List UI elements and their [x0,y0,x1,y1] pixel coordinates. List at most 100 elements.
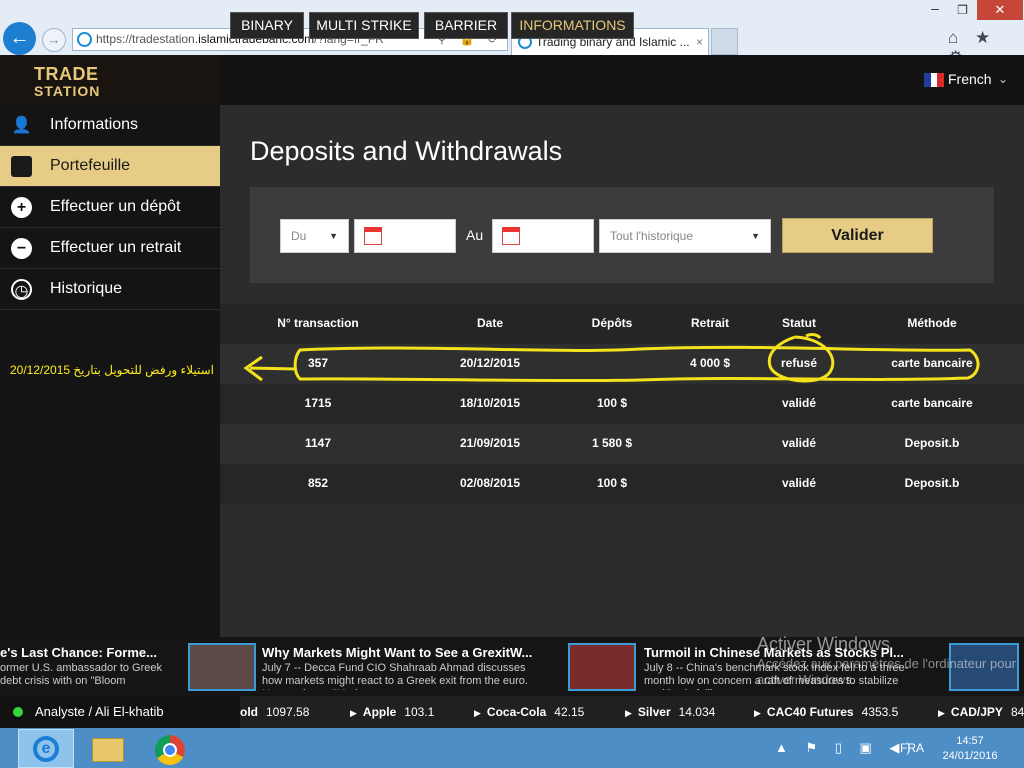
triangle-right-icon: ▶ [474,708,481,718]
clock-time: 14:57 [956,735,984,747]
cell-transaction: 852 [307,476,329,490]
from-date-select[interactable]: Du ▼ [280,219,349,253]
top-nav [220,55,1024,105]
to-date-input[interactable] [492,219,594,253]
price-item: ▶ Silver 14.034 [625,705,715,719]
cell-status: validé [781,396,817,410]
col-header-deposits: Dépôts [591,316,633,330]
col-header-withdrawal: Retrait [690,316,730,330]
price-value: 84 [1010,705,1024,719]
tab-barrier[interactable]: BARRIER [424,12,508,39]
news-thumbnail [188,643,256,691]
ie-favicon-icon [77,32,92,47]
sidebar-item-historique[interactable]: ◷ Historique [0,269,220,310]
analyst-status[interactable]: Analyste / Ali El-khatib [0,696,240,728]
price-item: ▶ CAC40 Futures 4353.5 [754,705,898,719]
triangle-right-icon: ▶ [754,708,761,718]
price-name: Silver [637,705,671,719]
sidebar-item-deposit[interactable]: + Effectuer un dépôt [0,187,220,228]
sidebar-item-portefeuille[interactable]: Portefeuille [0,146,220,187]
calendar-icon[interactable] [364,227,382,245]
cell-deposit: 100 $ [596,476,628,490]
price-item: ▶ CAD/JPY 84 [938,705,1024,719]
triangle-right-icon: ▶ [625,708,632,718]
clock[interactable]: 14:57 24/01/2016 [940,734,1000,764]
new-tab-button[interactable] [711,28,738,55]
sidebar-item-label: Portefeuille [50,157,131,174]
back-button[interactable]: ← [3,22,36,55]
price-name: old [240,705,258,719]
cell-method: carte bancaire [891,396,973,410]
logo-line2: STATION [34,83,101,99]
plus-circle-icon: + [11,197,32,218]
cell-withdrawal: 4 000 $ [689,356,731,370]
cell-date: 02/08/2015 [459,476,521,490]
price-value: 14.034 [678,705,716,719]
price-item: ▶ Coca-Cola 42.15 [474,705,584,719]
cell-transaction: 1715 [304,396,332,410]
tab-informations[interactable]: INFORMATIONS [511,12,634,39]
price-item: old 1097.58 [240,705,309,719]
arrow-right-icon: → [47,32,61,47]
price-item: ▶ Apple 103.1 [350,705,434,719]
col-header-status: Statut [782,316,816,330]
france-flag-icon [924,73,945,87]
windows-activation-title: Activer Windows [757,634,891,654]
sidebar-item-label: Effectuer un retrait [50,239,182,256]
sidebar-item-withdrawal[interactable]: − Effectuer un retrait [0,228,220,269]
cell-deposit: 1 580 $ [591,436,633,450]
clock-date: 24/01/2016 [942,750,998,762]
cell-date: 20/12/2015 [459,356,521,370]
window-close-button[interactable]: ✕ [977,0,1023,20]
briefcase-icon [11,156,32,177]
news-title: e's Last Chance: Forme... [0,645,157,660]
page-title: Deposits and Withdrawals [250,136,563,166]
col-header-transaction: N° transaction [277,316,359,330]
annotation-text: استيلاء ورفض للتحويل بتاريخ 20/12/2015 [10,363,214,377]
cell-status: validé [781,476,817,490]
sidebar-item-label: Historique [50,280,123,297]
chevron-down-icon[interactable]: ⌄ [998,72,1008,86]
logo-line1: TRADE [34,64,99,84]
caret-down-icon: ▼ [751,231,760,241]
window-minimize-button[interactable]: – [920,0,950,20]
news-item[interactable]: Why Markets Might Want to See a GrexitW.… [188,637,548,696]
cell-status: validé [781,436,817,450]
col-header-date: Date [476,316,504,330]
history-select[interactable]: Tout l'historique ▼ [599,219,771,253]
tab-close-icon[interactable]: × [696,29,703,55]
from-date-input[interactable] [354,219,456,253]
sidebar: TRADE STATION 👤 Informations Portefeuill… [0,55,220,637]
to-date-label: Au [466,227,484,243]
news-text: July 7 -- Decca Fund CIO Shahraab Ahmad … [262,662,528,690]
price-name: CAD/JPY [950,705,1003,719]
language-selector[interactable]: French [948,71,992,87]
cell-method: carte bancaire [891,356,973,370]
price-value: 1097.58 [266,705,310,719]
file-explorer-icon[interactable] [92,738,124,762]
news-item[interactable]: e's Last Chance: Forme... ormer U.S. amb… [0,637,172,696]
sidebar-menu: 👤 Informations Portefeuille + Effectuer … [0,105,220,310]
cell-transaction: 357 [307,356,329,370]
calendar-icon[interactable] [502,227,520,245]
input-language[interactable]: FRA [900,741,924,755]
news-title: Why Markets Might Want to See a GrexitW.… [262,645,533,660]
internet-explorer-taskbar-button[interactable]: e [18,729,74,768]
history-select-value: Tout l'historique [610,229,694,243]
chrome-icon[interactable] [155,735,185,765]
tab-binary[interactable]: BINARY [230,12,304,39]
sidebar-item-informations[interactable]: 👤 Informations [0,105,220,146]
price-name: Coca-Cola [486,705,547,719]
internet-explorer-icon: e [33,736,59,762]
windows-activation-text: Accédez aux paramètres de l'ordinateur p… [757,656,1017,687]
from-date-label: Du [291,229,307,243]
tab-multi-strike[interactable]: MULTI STRIKE [309,12,419,39]
price-name: CAC40 Futures [766,705,854,719]
submit-button[interactable]: Valider [782,218,933,253]
sidebar-item-label: Informations [50,116,139,133]
system-tray-icons[interactable]: ▲ ⚑ ▯ ▣ ◀) [775,740,918,756]
price-name: Apple [362,705,397,719]
forward-button[interactable]: → [42,28,66,52]
window-restore-button[interactable]: ❐ [950,0,975,20]
sidebar-item-label: Effectuer un dépôt [50,198,181,215]
